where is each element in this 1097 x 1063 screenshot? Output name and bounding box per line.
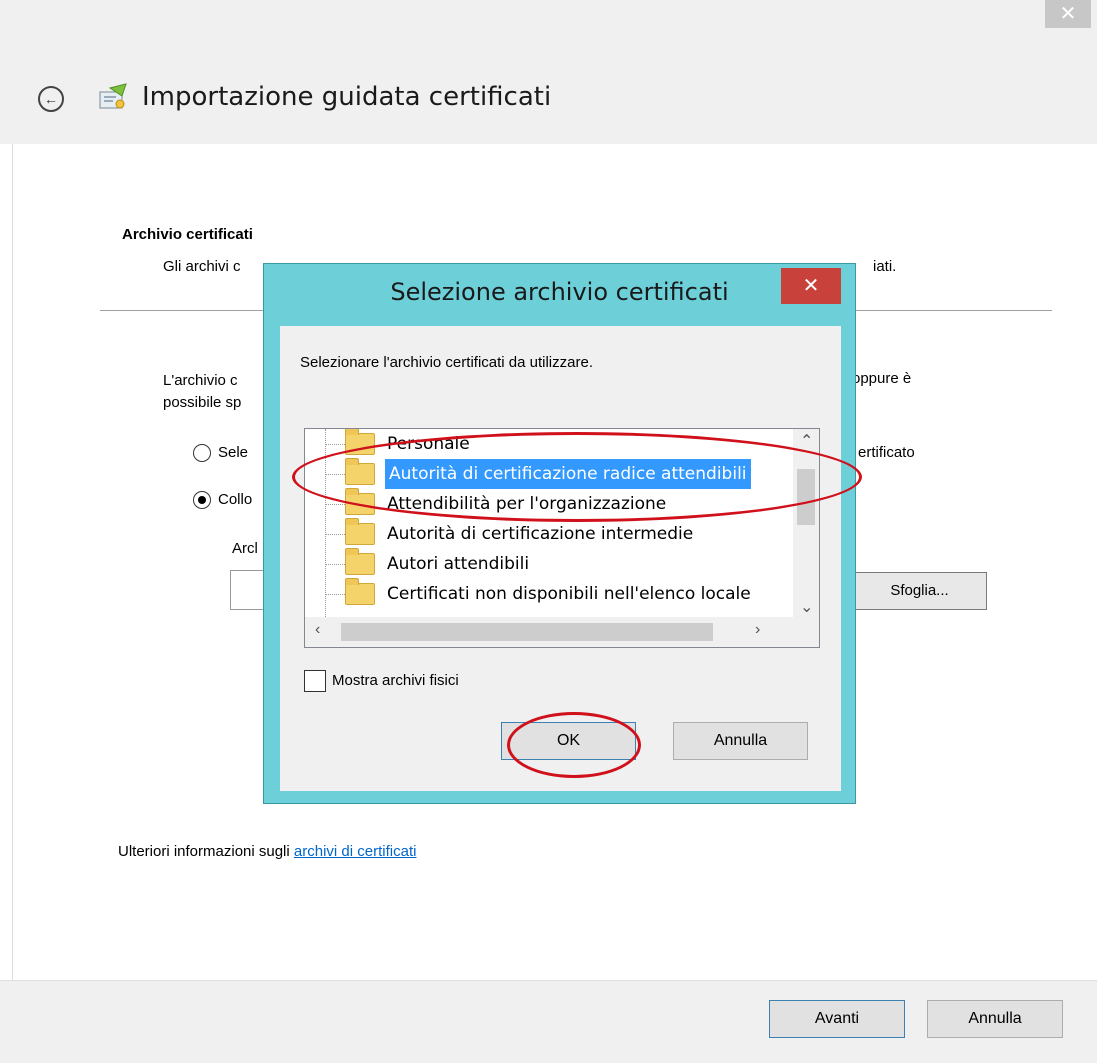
ok-button[interactable]: OK [501, 722, 636, 760]
radio-auto-label-tail: ertificato [858, 444, 915, 461]
store-item-enterprise-trust[interactable]: Attendibilità per l'organizzazione [387, 489, 666, 519]
store-item-trusted-root[interactable]: Autorità di certificazione radice attend… [385, 459, 751, 489]
more-info: Ulteriori informazioni sugli archivi di … [118, 843, 416, 860]
browse-button[interactable]: Sfoglia... [852, 572, 987, 610]
dialog-cancel-button[interactable]: Annulla [673, 722, 808, 760]
wizard-cancel-button[interactable]: Annulla [927, 1000, 1063, 1038]
wizard-header: ← Importazione guidata certificati [0, 36, 1097, 144]
section-desc-start: Gli archivi c [163, 258, 241, 275]
tree-guide-line [325, 429, 326, 619]
store-path-label: Arcl [232, 540, 258, 557]
scroll-left-icon[interactable]: ‹ [315, 621, 320, 639]
tree-guide-line [325, 594, 345, 595]
show-physical-stores-checkbox[interactable] [304, 670, 326, 692]
select-store-dialog: Selezione archivio certificati ✕ Selezio… [263, 263, 856, 804]
next-button[interactable]: Avanti [769, 1000, 905, 1038]
more-info-text: Ulteriori informazioni sugli [118, 843, 294, 860]
wizard-close-button[interactable]: ✕ [1045, 0, 1091, 28]
radio-manual-label: Collo [218, 491, 253, 508]
horizontal-scroll-thumb[interactable] [341, 623, 713, 641]
tree-guide-line [325, 444, 345, 445]
section-description: Gli archivi c iati. [163, 258, 896, 275]
show-physical-stores-label: Mostra archivi fisici [332, 672, 459, 689]
certificate-wizard-icon [99, 83, 127, 109]
folder-icon [345, 578, 375, 605]
folder-icon [345, 548, 375, 575]
dialog-title: Selezione archivio certificati [390, 278, 729, 306]
store-tree[interactable]: Personale Autorità di certificazione rad… [304, 428, 820, 648]
tree-vertical-scrollbar[interactable]: ⌃ ⌄ [793, 429, 819, 619]
store-explanation-line2: possibile sp [163, 394, 242, 411]
dialog-close-button[interactable]: ✕ [781, 268, 841, 304]
section-title: Archivio certificati [122, 226, 253, 243]
store-item-personal[interactable]: Personale [387, 429, 470, 459]
radio-auto-label: Sele [218, 444, 249, 461]
tree-guide-line [325, 564, 345, 565]
folder-icon [345, 518, 375, 545]
store-item-untrusted[interactable]: Certificati non disponibili nell'elenco … [387, 579, 751, 609]
wizard-footer: Avanti Annulla [0, 980, 1097, 1063]
radio-place-in-store[interactable] [193, 491, 211, 509]
scroll-down-icon[interactable]: ⌄ [800, 597, 813, 617]
scroll-right-icon[interactable]: › [755, 621, 760, 639]
store-explanation: L'archivio c possibile sp [163, 370, 253, 414]
folder-icon [345, 488, 375, 515]
section-desc-end: iati. [873, 258, 897, 275]
folder-icon [345, 429, 375, 455]
vertical-scroll-thumb[interactable] [797, 469, 815, 525]
radio-auto-select-store[interactable] [193, 444, 211, 462]
tree-guide-line [325, 474, 345, 475]
dialog-body: Selezionare l'archivio certificati da ut… [280, 326, 841, 791]
scroll-up-icon[interactable]: ⌃ [800, 431, 813, 451]
tree-horizontal-scrollbar[interactable]: ‹ › [305, 617, 819, 647]
wizard-titlebar: ✕ [0, 0, 1097, 36]
store-item-trusted-publishers[interactable]: Autori attendibili [387, 549, 529, 579]
tree-guide-line [325, 534, 345, 535]
store-explanation-tail: oppure è [852, 370, 912, 387]
folder-icon [345, 458, 375, 485]
back-arrow-icon[interactable]: ← [38, 86, 64, 112]
cert-stores-link[interactable]: archivi di certificati [294, 843, 417, 860]
store-item-intermediate-ca[interactable]: Autorità di certificazione intermedie [387, 519, 693, 549]
tree-guide-line [325, 504, 345, 505]
store-explanation-line1: L'archivio c [163, 372, 238, 389]
wizard-title: Importazione guidata certificati [142, 82, 552, 112]
dialog-prompt: Selezionare l'archivio certificati da ut… [300, 354, 593, 371]
